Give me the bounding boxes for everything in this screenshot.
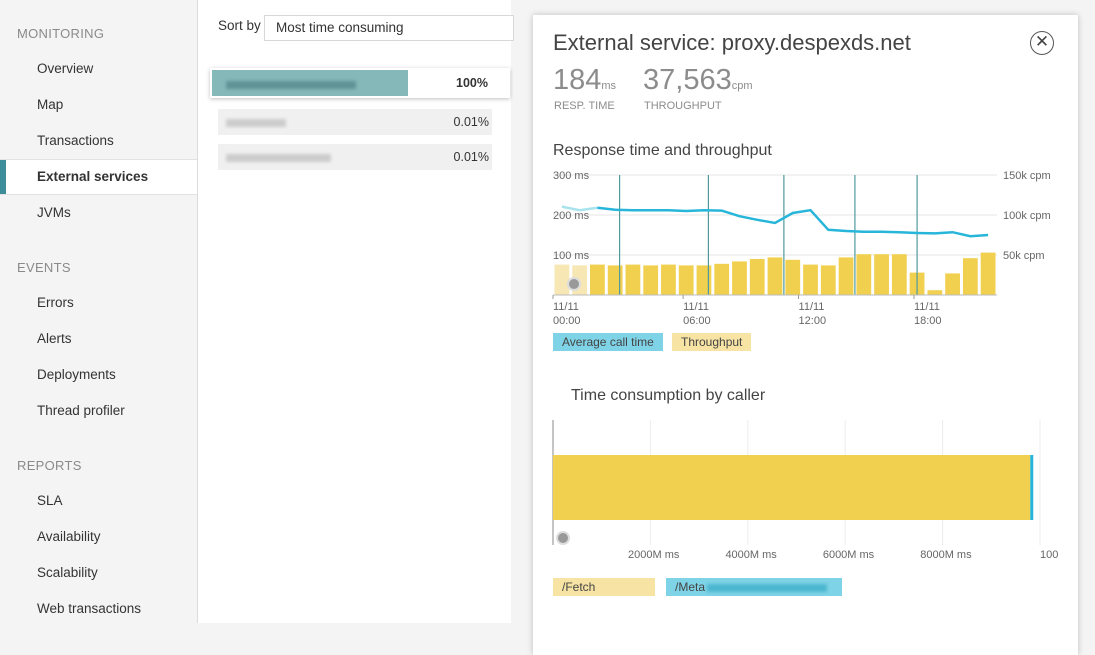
- legend-meta[interactable]: /Meta: [666, 578, 842, 596]
- x-tick-label: 11/11: [799, 301, 825, 313]
- x-tick-label: 18:00: [914, 315, 942, 327]
- kpi-value: 184: [553, 64, 602, 96]
- throughput-bar: [643, 265, 659, 295]
- kpi-unit: cpm: [731, 80, 753, 92]
- list-item[interactable]: 0.01%: [218, 144, 492, 170]
- response-throughput-chart: 300 ms 200 ms 100 ms 150k cpm 100k cpm 50k cp…: [552, 170, 1051, 327]
- legend-average-call-time[interactable]: Average call time: [553, 333, 663, 351]
- detail-panel: External service: proxy.despexds.net ✕ 1…: [533, 15, 1078, 655]
- sidebar-item-overview[interactable]: Overview: [0, 52, 197, 86]
- panel-title: External service: proxy.despexds.net: [553, 30, 911, 55]
- time-consumption-chart: 2000M ms 4000M ms 6000M ms 8000M ms 100: [552, 420, 1058, 561]
- fetch-bar: [553, 455, 1031, 520]
- kpi-value: 37,563: [643, 64, 732, 96]
- sidebar-item-scalability[interactable]: Scalability: [0, 556, 197, 590]
- event-marker-icon: [556, 531, 570, 545]
- x-tick-label: 06:00: [683, 315, 711, 327]
- throughput-bar: [874, 254, 889, 295]
- kpi-throughput: 37,563cpm THROUGHPUT: [643, 64, 753, 112]
- percent-value: 100%: [456, 76, 488, 90]
- redacted-name: [226, 119, 286, 127]
- y-tick-right: 150k cpm: [1003, 170, 1051, 182]
- legend-throughput[interactable]: Throughput: [672, 333, 752, 351]
- throughput-bar: [820, 265, 836, 295]
- y-tick-right: 50k cpm: [1003, 250, 1045, 262]
- section-heading-events: EVENTS: [17, 260, 71, 275]
- throughput-bar: [732, 261, 747, 295]
- sidebar: MONITORING Overview Map Transactions Ext…: [0, 0, 198, 623]
- throughput-bar: [590, 264, 605, 295]
- x-tick-label: 00:00: [553, 315, 581, 327]
- x-tick-label: 6000M ms: [823, 549, 875, 561]
- section-heading-monitoring: MONITORING: [17, 26, 105, 41]
- throughput-bar: [678, 265, 694, 295]
- redacted-name: [707, 583, 828, 592]
- external-services-list: Sort by Most time consuming 100% 0.01% 0…: [198, 0, 514, 623]
- throughput-bar: [714, 263, 730, 295]
- x-tick-label: 4000M ms: [725, 549, 777, 561]
- x-tick-label: 12:00: [799, 315, 827, 327]
- sidebar-item-errors[interactable]: Errors: [0, 286, 197, 320]
- x-tick-label: 11/11: [553, 301, 579, 313]
- sidebar-item-map[interactable]: Map: [0, 88, 197, 122]
- legend-fetch-label: /Fetch: [562, 580, 596, 594]
- x-tick-label: 8000M ms: [920, 549, 972, 561]
- throughput-bar: [767, 257, 783, 295]
- throughput-bar: [625, 264, 641, 295]
- sidebar-item-sla[interactable]: SLA: [0, 484, 197, 518]
- throughput-bar: [749, 259, 765, 295]
- throughput-bar: [962, 258, 978, 295]
- percent-value: 0.01%: [453, 115, 489, 129]
- legend-fetch[interactable]: /Fetch: [553, 578, 655, 596]
- y-tick-left: 300 ms: [553, 170, 590, 182]
- avg-call-time-line: [597, 206, 989, 238]
- throughput-bar: [927, 290, 943, 295]
- x-tick-label: 100: [1040, 549, 1058, 561]
- chart-title-caller: Time consumption by caller: [571, 387, 766, 404]
- kpi-label: THROUGHPUT: [644, 100, 722, 112]
- x-tick-label: 11/11: [914, 301, 940, 313]
- throughput-bar: [554, 264, 570, 295]
- close-icon[interactable]: ✕: [1030, 31, 1054, 55]
- kpi-resp-time: 184ms RESP. TIME: [553, 64, 617, 112]
- sidebar-item-deployments[interactable]: Deployments: [0, 358, 197, 392]
- sidebar-item-thread-profiler[interactable]: Thread profiler: [0, 394, 197, 428]
- kpi-label: RESP. TIME: [554, 100, 615, 112]
- throughput-bar: [803, 264, 818, 295]
- sidebar-item-external-services[interactable]: External services: [0, 159, 197, 195]
- event-marker-icon: [567, 277, 581, 291]
- throughput-bar: [945, 273, 960, 295]
- sidebar-item-transactions[interactable]: Transactions: [0, 124, 197, 158]
- chart-title-response: Response time and throughput: [553, 142, 772, 159]
- y-tick-left: 100 ms: [553, 250, 590, 262]
- x-tick-label: 2000M ms: [628, 549, 680, 561]
- sort-label: Sort by: [218, 18, 261, 33]
- percent-value: 0.01%: [453, 150, 489, 164]
- throughput-bar: [785, 259, 801, 295]
- sort-select[interactable]: Most time consuming: [264, 15, 514, 41]
- throughput-bar: [661, 264, 676, 295]
- throughput-bar: [891, 254, 907, 295]
- redacted-name: [226, 81, 356, 89]
- list-item-selected[interactable]: 100%: [210, 68, 510, 98]
- y-tick-right: 100k cpm: [1003, 210, 1051, 222]
- redacted-name: [226, 154, 331, 162]
- legend-meta-label: /Meta: [675, 580, 706, 594]
- x-tick-label: 11/11: [683, 301, 709, 313]
- throughput-bar: [607, 265, 623, 295]
- y-tick-left: 200 ms: [553, 210, 590, 222]
- kpi-unit: ms: [601, 80, 617, 92]
- sidebar-item-web-transactions[interactable]: Web transactions: [0, 592, 197, 626]
- throughput-bar: [838, 257, 854, 295]
- throughput-bar: [856, 254, 872, 295]
- list-item[interactable]: 0.01%: [218, 109, 492, 135]
- meta-bar: [1030, 455, 1034, 520]
- sidebar-item-jvms[interactable]: JVMs: [0, 196, 197, 230]
- sidebar-item-availability[interactable]: Availability: [0, 520, 197, 554]
- throughput-bar: [696, 265, 712, 295]
- sidebar-item-alerts[interactable]: Alerts: [0, 322, 197, 356]
- section-heading-reports: REPORTS: [17, 458, 82, 473]
- throughput-bar: [980, 252, 996, 295]
